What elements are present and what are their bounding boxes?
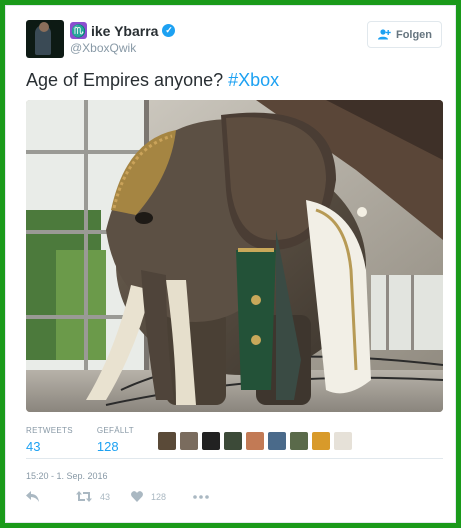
retweets-stat[interactable]: RETWEETS 43 — [26, 426, 73, 454]
liker-avatar-3[interactable] — [202, 432, 220, 450]
avatar[interactable] — [26, 20, 64, 58]
user-handle[interactable]: @XboxQwik — [70, 41, 136, 55]
add-user-icon — [377, 29, 391, 40]
retweets-label: RETWEETS — [26, 426, 73, 435]
elephant-statue-photo[interactable] — [26, 100, 443, 412]
tweet-body: Age of Empires anyone? — [26, 70, 224, 90]
retweet-button[interactable]: 43 — [76, 491, 131, 502]
tweet-text: Age of Empires anyone? #Xbox — [26, 70, 279, 91]
divider — [26, 458, 443, 459]
hashtag-link[interactable]: #Xbox — [228, 70, 279, 90]
liker-avatar-6[interactable] — [268, 432, 286, 450]
verified-icon: ✓ — [162, 24, 176, 37]
more-button[interactable] — [193, 494, 209, 499]
heart-icon — [131, 491, 143, 502]
liker-avatar-2[interactable] — [180, 432, 198, 450]
tweet-actions: 43 128 — [26, 491, 209, 502]
retweet-count: 43 — [100, 491, 111, 502]
scorpio-icon: ♏ — [70, 22, 87, 39]
follow-label: Folgen — [395, 28, 433, 41]
liker-avatar-8[interactable] — [312, 432, 330, 450]
liker-avatar-9[interactable] — [334, 432, 352, 450]
reply-icon — [26, 491, 39, 502]
likers-row — [158, 432, 352, 450]
likes-stat[interactable]: GEFÄLLT 128 — [97, 426, 134, 454]
tweet-card: ♏ ike Ybarra ✓ @XboxQwik Folgen Age of E… — [5, 5, 456, 523]
tweet-timestamp[interactable]: 15:20 - 1. Sep. 2016 — [26, 471, 108, 481]
liker-avatar-1[interactable] — [158, 432, 176, 450]
like-button[interactable]: 128 — [131, 491, 193, 502]
likes-label: GEFÄLLT — [96, 426, 134, 435]
liker-avatar-7[interactable] — [290, 432, 308, 450]
follow-button[interactable]: Folgen — [367, 21, 442, 48]
more-icon — [193, 494, 209, 499]
liker-avatar-5[interactable] — [246, 432, 264, 450]
user-name-row[interactable]: ♏ ike Ybarra ✓ — [70, 22, 176, 39]
photo-illustration — [26, 100, 443, 412]
tweet-stats: RETWEETS 43 GEFÄLLT 128 — [26, 426, 134, 454]
retweets-count: 43 — [26, 439, 41, 454]
likes-count: 128 — [96, 439, 119, 454]
retweet-icon — [76, 491, 92, 502]
like-count: 128 — [151, 491, 167, 502]
display-name[interactable]: ike Ybarra — [91, 23, 158, 39]
liker-avatar-4[interactable] — [224, 432, 242, 450]
reply-button[interactable] — [26, 491, 76, 502]
